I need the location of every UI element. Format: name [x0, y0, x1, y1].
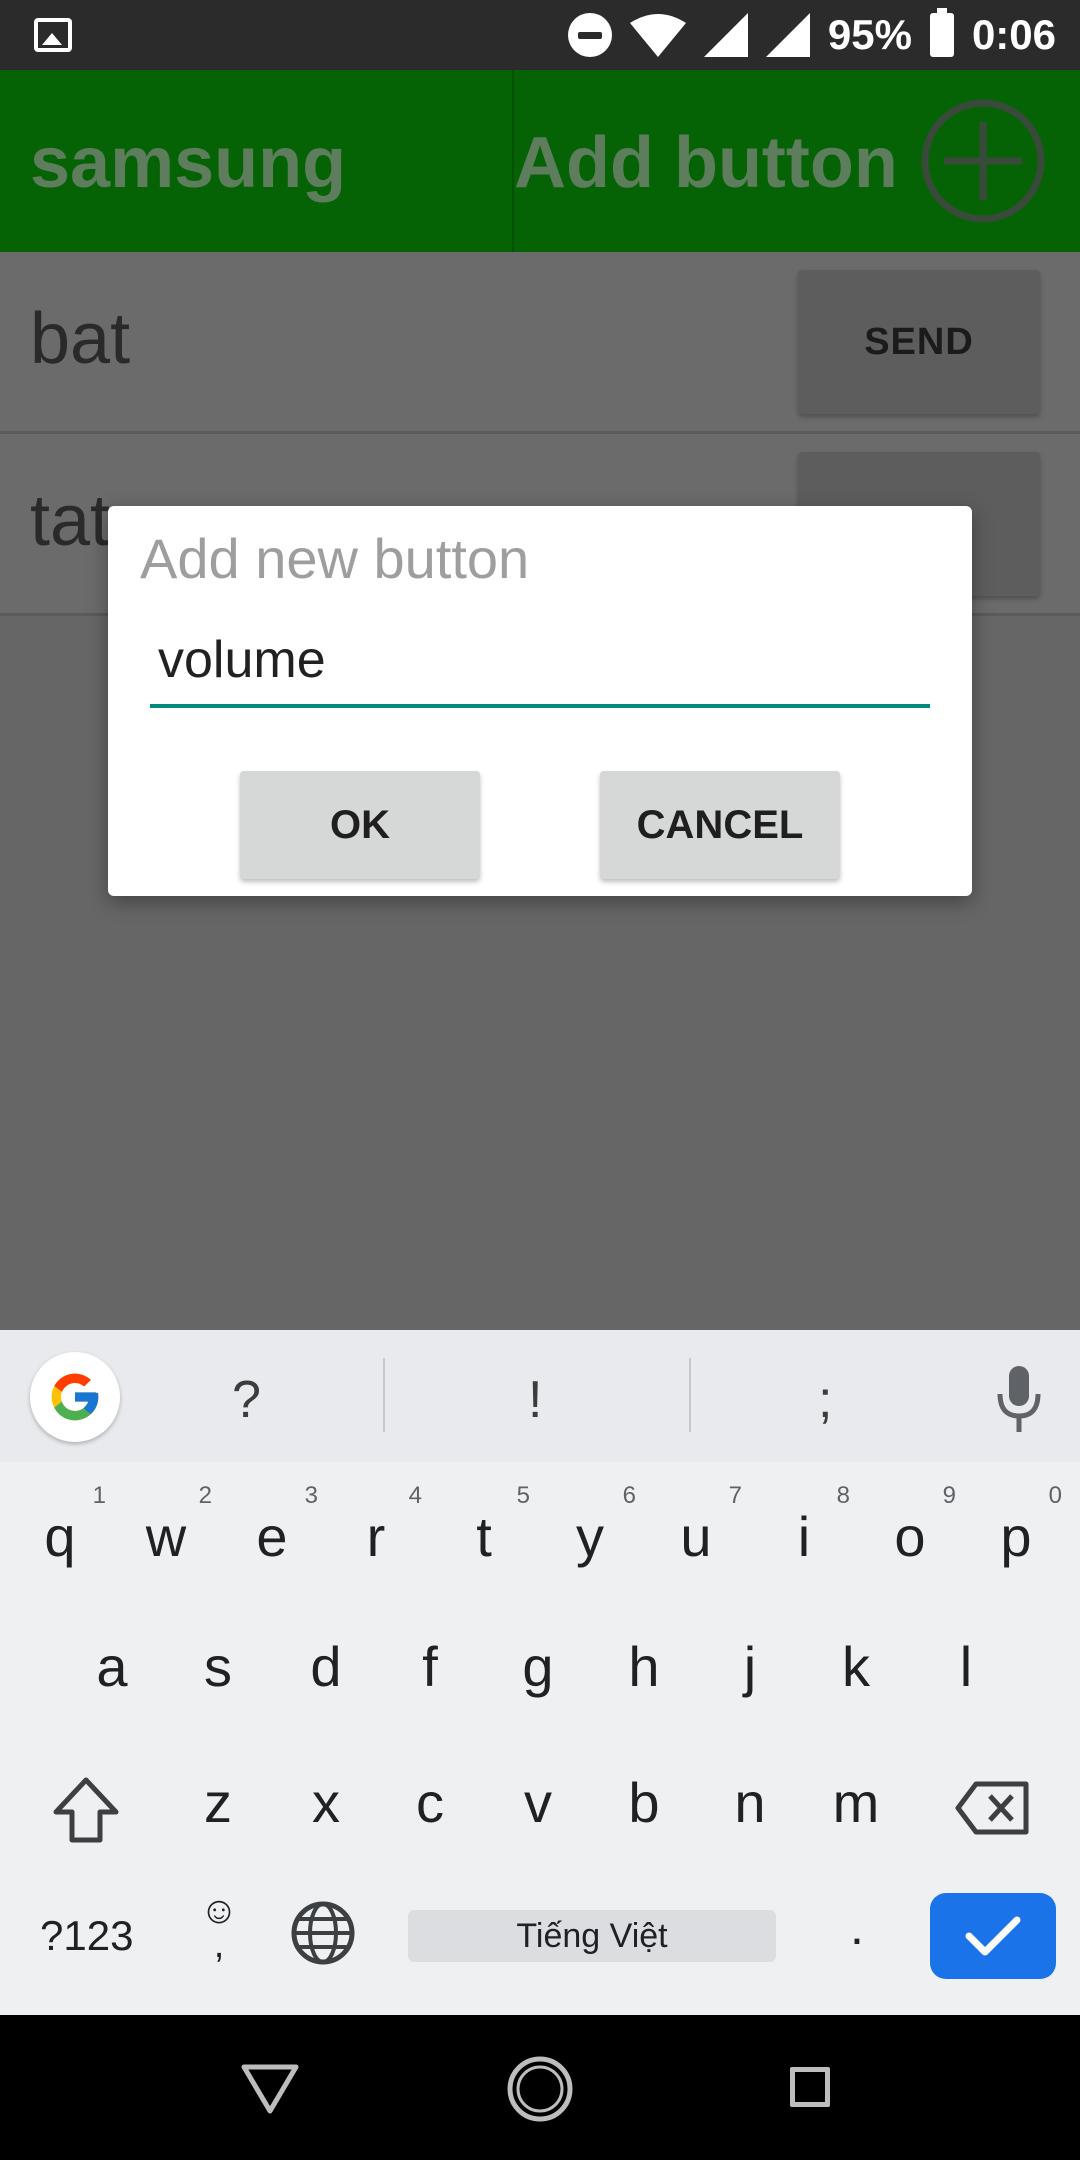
status-bar: 95% 0:06	[0, 0, 1080, 70]
key-a[interactable]: a	[62, 1634, 162, 1699]
key-s[interactable]: s	[168, 1634, 268, 1699]
suggestion-bar: ? ! ;	[0, 1330, 1080, 1462]
key-o[interactable]: o9	[860, 1482, 960, 1569]
key-label: r	[366, 1505, 386, 1568]
add-button-label[interactable]: Add button	[514, 122, 898, 204]
key-hint: 8	[836, 1482, 850, 1509]
key-label: o	[894, 1505, 926, 1568]
key-g[interactable]: g	[488, 1634, 588, 1699]
key-p[interactable]: p0	[966, 1482, 1066, 1569]
period-key[interactable]: .	[850, 1898, 864, 1956]
add-circle-icon[interactable]	[920, 98, 1046, 224]
space-key[interactable]: Tiếng Việt	[408, 1910, 776, 1962]
navigation-bar	[0, 2015, 1080, 2160]
key-label: q	[44, 1505, 76, 1568]
microphone-icon[interactable]	[996, 1364, 1042, 1434]
key-f[interactable]: f	[380, 1634, 480, 1699]
suggestion-item[interactable]: ;	[818, 1370, 832, 1430]
home-icon[interactable]	[506, 2055, 574, 2123]
key-label: y	[576, 1505, 604, 1568]
key-m[interactable]: m	[806, 1770, 906, 1835]
key-label: p	[1000, 1505, 1032, 1568]
add-button-dialog: Add new button volume OK CANCEL	[108, 506, 972, 896]
key-label: i	[797, 1505, 811, 1568]
key-j[interactable]: j	[700, 1634, 800, 1699]
signal-icon	[765, 13, 810, 57]
key-y[interactable]: y6	[540, 1482, 640, 1569]
app-title: samsung	[30, 123, 347, 203]
key-label: t	[476, 1505, 492, 1568]
image-icon	[34, 18, 72, 52]
key-label: e	[256, 1505, 288, 1568]
signal-icon	[703, 13, 748, 57]
key-e[interactable]: e3	[222, 1482, 322, 1569]
key-r[interactable]: r4	[326, 1482, 426, 1569]
checkmark-icon	[965, 1916, 1021, 1956]
dialog-title: Add new button	[140, 527, 530, 590]
key-l[interactable]: l	[916, 1634, 1016, 1699]
emoji-comma-key[interactable]: ☺ ,	[196, 1890, 242, 1966]
google-logo-icon[interactable]	[30, 1352, 120, 1442]
key-hint: 0	[1048, 1482, 1062, 1509]
suggestion-divider	[689, 1358, 691, 1432]
list-item-label: tat	[30, 481, 111, 561]
clock: 0:06	[971, 11, 1056, 58]
key-i[interactable]: i8	[754, 1482, 854, 1569]
wifi-icon	[629, 14, 686, 57]
symbols-key[interactable]: ?123	[40, 1912, 133, 1960]
key-z[interactable]: z	[168, 1770, 268, 1835]
key-hint: 1	[92, 1482, 106, 1509]
emoji-icon: ☺	[199, 1890, 239, 1932]
suggestion-item[interactable]: !	[528, 1370, 542, 1430]
key-x[interactable]: x	[276, 1770, 376, 1835]
key-q[interactable]: q1	[10, 1482, 110, 1569]
key-c[interactable]: c	[380, 1770, 480, 1835]
shift-icon[interactable]	[50, 1774, 122, 1846]
key-hint: 5	[516, 1482, 530, 1509]
key-t[interactable]: t5	[434, 1482, 534, 1569]
send-button[interactable]: SEND	[798, 270, 1040, 414]
key-b[interactable]: b	[594, 1770, 694, 1835]
key-v[interactable]: v	[488, 1770, 588, 1835]
list-item: bat SEND	[0, 252, 1080, 434]
back-icon[interactable]	[240, 2061, 300, 2117]
key-d[interactable]: d	[276, 1634, 376, 1699]
key-label: u	[680, 1505, 712, 1568]
battery-percent: 95%	[827, 11, 912, 58]
key-hint: 6	[622, 1482, 636, 1509]
battery-icon	[929, 8, 954, 57]
key-n[interactable]: n	[700, 1770, 800, 1835]
key-k[interactable]: k	[806, 1634, 906, 1699]
app-bar: samsung Add button	[0, 70, 1080, 252]
key-u[interactable]: u7	[646, 1482, 746, 1569]
list-item-label: bat	[30, 299, 131, 379]
key-hint: 3	[304, 1482, 318, 1509]
key-w[interactable]: w2	[116, 1482, 216, 1569]
globe-icon[interactable]	[290, 1900, 356, 1966]
ok-button[interactable]: OK	[240, 771, 480, 879]
recents-icon[interactable]	[790, 2067, 830, 2107]
key-label: w	[145, 1505, 187, 1568]
enter-key[interactable]	[930, 1893, 1056, 1979]
backspace-icon[interactable]	[954, 1780, 1030, 1836]
suggestion-divider	[383, 1358, 385, 1432]
cancel-button[interactable]: CANCEL	[600, 771, 840, 879]
keyboard: ? ! ; q1 w2 e3 r4 t5 y6 u7 i8 o9 p0 a s …	[0, 1330, 1080, 2015]
status-icons: 95% 0:06	[567, 0, 1056, 70]
key-hint: 2	[198, 1482, 212, 1509]
key-h[interactable]: h	[594, 1634, 694, 1699]
key-hint: 9	[942, 1482, 956, 1509]
key-hint: 7	[728, 1482, 742, 1509]
comma-label: ,	[213, 1924, 225, 1966]
do-not-disturb-icon	[567, 13, 612, 57]
button-name-input[interactable]: volume	[150, 616, 930, 708]
suggestion-item[interactable]: ?	[232, 1370, 261, 1430]
key-hint: 4	[408, 1482, 422, 1509]
